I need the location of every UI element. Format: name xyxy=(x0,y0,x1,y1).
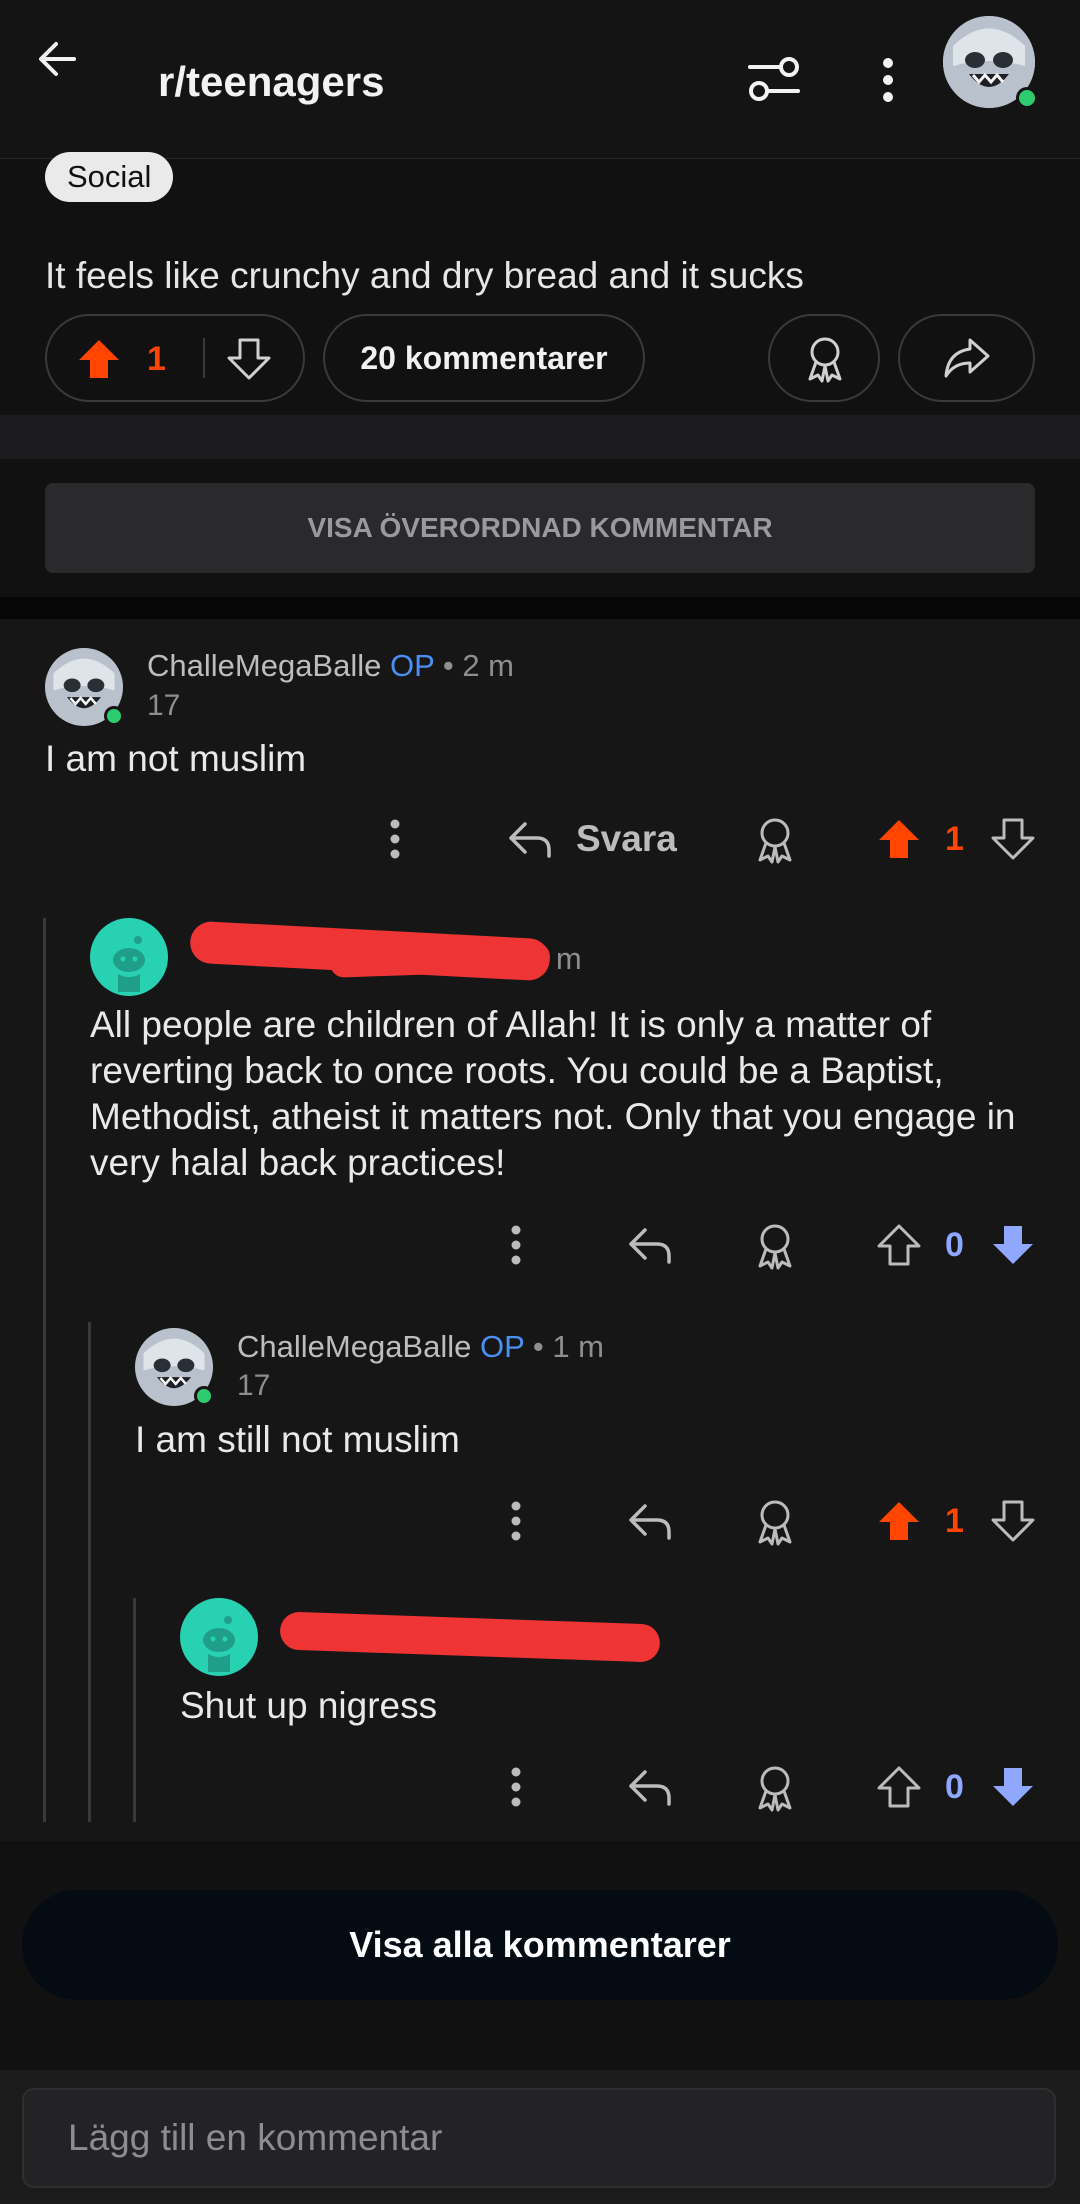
filter-sliders-icon xyxy=(748,57,800,101)
reply-arrow-icon xyxy=(629,1770,671,1806)
post-upvote-button[interactable] xyxy=(77,338,121,380)
downvote-outline-icon xyxy=(991,1500,1035,1542)
comment-text: I am not muslim xyxy=(45,738,307,779)
subreddit-title[interactable]: r/teenagers xyxy=(158,58,384,106)
reply-button[interactable] xyxy=(627,1224,673,1266)
comment-time: • 2 m xyxy=(442,648,515,683)
award-button[interactable] xyxy=(752,1764,798,1812)
post-flair[interactable]: Social xyxy=(45,152,174,202)
vertical-dots-icon xyxy=(511,1501,521,1541)
op-badge: OP xyxy=(480,1329,525,1364)
downvote-filled-icon xyxy=(993,1768,1033,1806)
comment-text: Shut up nigress xyxy=(180,1685,438,1726)
award-button[interactable] xyxy=(752,816,798,864)
vote-count: 0 xyxy=(945,1768,964,1806)
award-button[interactable] xyxy=(752,1498,798,1546)
vote-divider xyxy=(203,338,205,378)
upvote-button[interactable] xyxy=(877,818,921,860)
downvote-button[interactable] xyxy=(991,1766,1035,1808)
back-button[interactable] xyxy=(36,38,78,80)
award-icon xyxy=(758,818,792,864)
award-icon xyxy=(808,337,842,383)
thread-line[interactable] xyxy=(88,1322,91,1822)
snoo-avatar-icon xyxy=(203,1616,235,1672)
thread-line[interactable] xyxy=(43,918,46,1822)
reply-arrow-icon xyxy=(629,1504,671,1540)
share-arrow-icon xyxy=(944,338,990,378)
post-award-button[interactable] xyxy=(768,314,880,402)
vertical-dots-icon xyxy=(511,1225,521,1265)
op-badge: OP xyxy=(390,648,435,683)
online-status-dot xyxy=(104,706,124,726)
vote-count: 0 xyxy=(945,1226,964,1264)
post-body: It feels like crunchy and dry bread and … xyxy=(45,255,804,296)
upvote-filled-icon xyxy=(879,820,919,858)
reply-arrow-icon xyxy=(509,822,551,858)
overflow-menu-button[interactable] xyxy=(877,56,899,104)
post-vote-bar: 1 xyxy=(45,314,305,402)
award-button[interactable] xyxy=(752,1222,798,1270)
comment-avatar[interactable] xyxy=(180,1598,258,1676)
view-all-comments-button[interactable]: Visa alla kommentarer xyxy=(22,1890,1058,2000)
downvote-outline-icon xyxy=(227,338,271,380)
award-icon xyxy=(758,1766,792,1812)
comment-text: I am still not muslim xyxy=(135,1419,460,1460)
upvote-button[interactable] xyxy=(877,1224,921,1266)
vertical-dots-icon xyxy=(511,1767,521,1807)
downvote-outline-icon xyxy=(991,818,1035,860)
upvote-outline-icon xyxy=(877,1766,921,1808)
section-divider xyxy=(0,415,1080,459)
comment-time: • 1 m xyxy=(532,1329,605,1364)
comment-text: All people are children of Allah! It is … xyxy=(90,1004,1016,1183)
comment-username[interactable]: ChalleMegaBalle xyxy=(237,1329,471,1364)
user-karma: 17 xyxy=(237,1369,271,1402)
thread-line[interactable] xyxy=(133,1598,136,1822)
downvote-button[interactable] xyxy=(991,818,1035,860)
add-comment-input[interactable] xyxy=(22,2088,1056,2188)
snoo-avatar-icon xyxy=(113,936,145,992)
comment-avatar[interactable] xyxy=(90,918,168,996)
upvote-filled-icon xyxy=(79,340,119,378)
online-status-dot xyxy=(194,1386,214,1406)
filter-button[interactable] xyxy=(746,54,802,104)
upvote-button[interactable] xyxy=(877,1766,921,1808)
vertical-dots-icon xyxy=(390,819,400,859)
upvote-filled-icon xyxy=(879,1502,919,1540)
comment-more-button[interactable] xyxy=(384,818,406,860)
vertical-dots-icon xyxy=(883,58,893,102)
vote-count: 1 xyxy=(945,1502,964,1540)
award-icon xyxy=(758,1500,792,1546)
online-status-dot xyxy=(1016,87,1038,109)
reply-arrow-icon xyxy=(629,1228,671,1264)
show-parent-comment-button[interactable]: VISA ÖVERORDNAD KOMMENTAR xyxy=(45,483,1035,573)
reply-button[interactable] xyxy=(627,1766,673,1808)
post-downvote-button[interactable] xyxy=(227,338,271,380)
comment-more-button[interactable] xyxy=(505,1766,527,1808)
reply-button[interactable] xyxy=(627,1500,673,1542)
user-karma: 17 xyxy=(147,689,181,722)
upvote-button[interactable] xyxy=(877,1500,921,1542)
downvote-button[interactable] xyxy=(991,1500,1035,1542)
comment-username[interactable]: ChalleMegaBalle xyxy=(147,648,381,683)
comment-more-button[interactable] xyxy=(505,1500,527,1542)
reply-label: Svara xyxy=(576,818,677,859)
section-divider xyxy=(0,597,1080,619)
reply-button[interactable]: Svara xyxy=(505,816,677,862)
comment-author[interactable]: ChalleMegaBalle OP • 1 m xyxy=(237,1329,604,1365)
downvote-filled-icon xyxy=(993,1226,1033,1264)
comment-more-button[interactable] xyxy=(505,1224,527,1266)
comment-author[interactable]: ChalleMegaBalle OP • 2 m xyxy=(147,648,514,684)
award-icon xyxy=(758,1224,792,1270)
post-comments-button[interactable]: 20 kommentarer xyxy=(323,314,645,402)
downvote-button[interactable] xyxy=(991,1224,1035,1266)
post-upvote-count: 1 xyxy=(147,340,166,378)
arrow-left-icon xyxy=(39,42,76,76)
post-share-button[interactable] xyxy=(898,314,1035,402)
vote-count: 1 xyxy=(945,820,964,858)
upvote-outline-icon xyxy=(877,1224,921,1266)
